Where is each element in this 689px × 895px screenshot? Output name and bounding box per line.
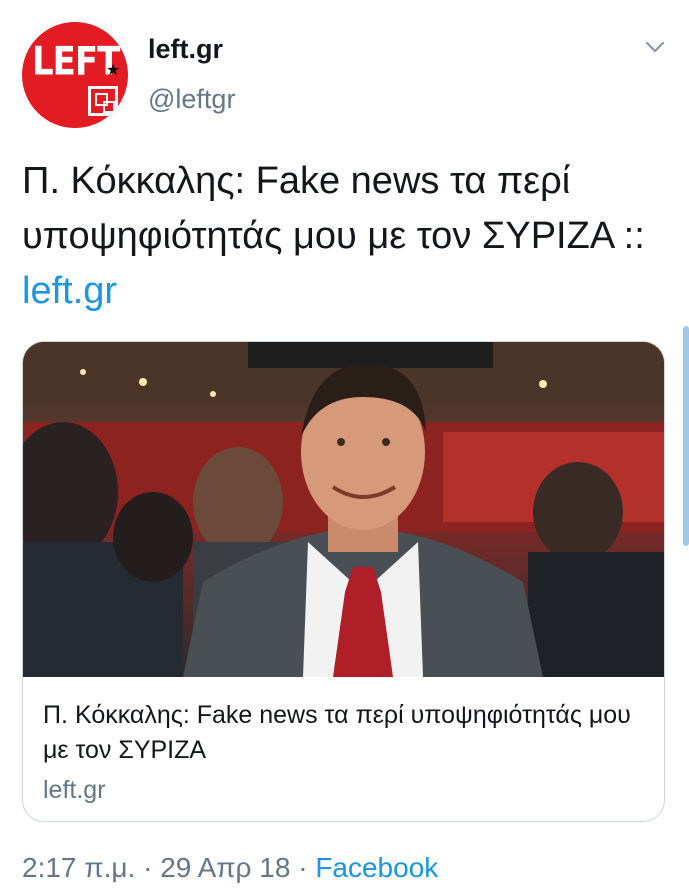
card-image[interactable] — [23, 342, 664, 677]
meta-separator: · — [135, 852, 161, 883]
link-card[interactable]: Π. Κόκκαλης: Fake news τα περί υποψηφιότ… — [22, 341, 665, 822]
tweet-source[interactable]: Facebook — [315, 852, 438, 883]
avatar[interactable]: LEFT ★ — [22, 22, 128, 128]
card-title[interactable]: Π. Κόκκαλης: Fake news τα περί υποψηφιότ… — [43, 698, 643, 768]
tweet-link[interactable]: left.gr — [22, 270, 117, 312]
display-name[interactable]: left.gr — [148, 34, 223, 65]
tweet-meta: 2:17 π.μ. · 29 Απρ 18 · Facebook — [22, 852, 438, 884]
gr-logo-mark — [88, 86, 118, 116]
card-domain: left.gr — [43, 776, 106, 804]
tweet: LEFT ★ left.gr @leftgr Π. Κόκκαλης: Fake… — [0, 0, 689, 895]
scrollbar[interactable] — [683, 326, 689, 546]
tweet-date[interactable]: 29 Απρ 18 — [160, 852, 290, 883]
tweet-time[interactable]: 2:17 π.μ. — [22, 852, 135, 883]
user-handle[interactable]: @leftgr — [148, 84, 235, 115]
photo-man-in-suit-icon — [23, 342, 664, 677]
chevron-down-icon[interactable] — [644, 36, 666, 58]
star-icon: ★ — [106, 62, 121, 79]
tweet-text-body: Π. Κόκκαλης: Fake news τα περί υποψηφιότ… — [22, 160, 645, 257]
tweet-text: Π. Κόκκαλης: Fake news τα περί υποψηφιότ… — [22, 154, 662, 319]
meta-separator: · — [290, 852, 316, 883]
